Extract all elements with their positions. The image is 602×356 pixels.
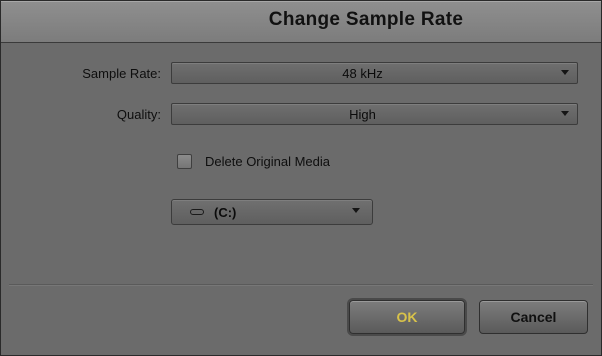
drive-icon — [190, 209, 204, 215]
drive-dropdown[interactable]: (C:) — [171, 199, 373, 225]
chevron-down-icon — [352, 208, 360, 213]
quality-value: High — [349, 107, 376, 122]
delete-original-media-checkbox[interactable] — [177, 154, 192, 169]
change-sample-rate-dialog: Change Sample Rate Sample Rate: 48 kHz Q… — [0, 0, 602, 356]
sample-rate-dropdown[interactable]: 48 kHz — [171, 62, 578, 84]
cancel-button[interactable]: Cancel — [479, 300, 588, 334]
delete-original-media-label[interactable]: Delete Original Media — [205, 154, 330, 169]
title-bar[interactable]: Change Sample Rate — [1, 1, 601, 43]
quality-dropdown[interactable]: High — [171, 103, 578, 125]
drive-value: (C:) — [214, 205, 237, 220]
chevron-down-icon — [561, 70, 569, 75]
quality-label: Quality: — [116, 107, 161, 122]
divider — [9, 284, 593, 286]
chevron-down-icon — [561, 111, 569, 116]
ok-button[interactable]: OK — [349, 300, 465, 334]
sample-rate-value: 48 kHz — [342, 66, 383, 81]
dialog-title: Change Sample Rate — [268, 9, 464, 30]
sample-rate-label: Sample Rate: — [82, 66, 161, 81]
